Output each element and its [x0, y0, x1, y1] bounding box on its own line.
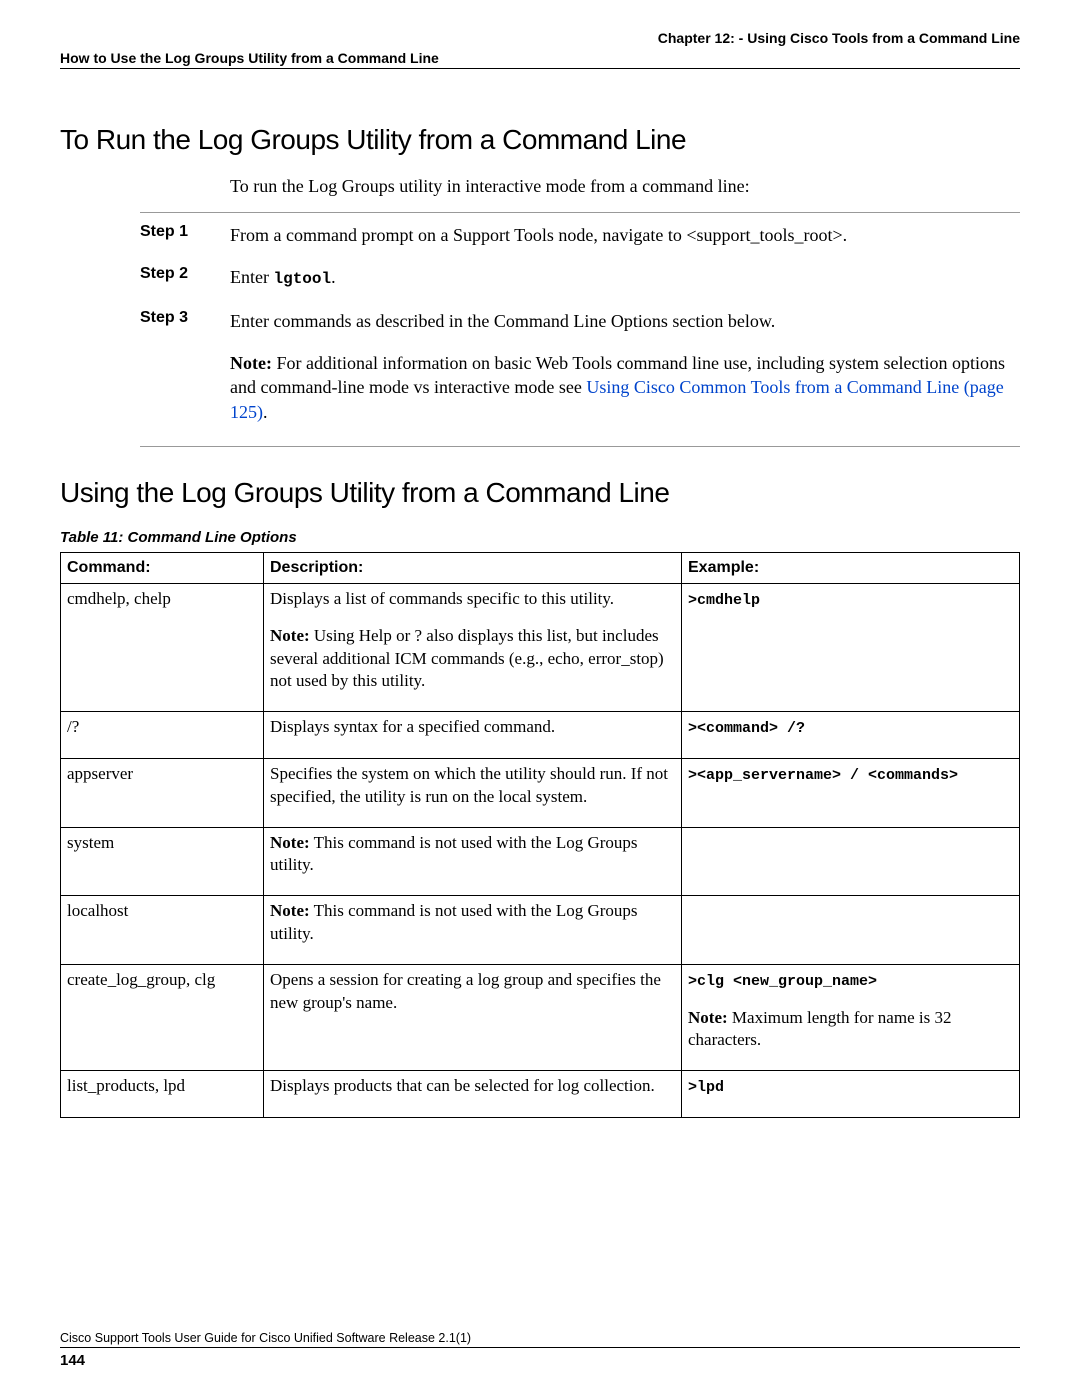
cell-example: [682, 896, 1020, 965]
header-chapter: Chapter 12: - Using Cisco Tools from a C…: [60, 30, 1020, 46]
cell-command: system: [61, 827, 264, 896]
page: Chapter 12: - Using Cisco Tools from a C…: [0, 0, 1080, 1397]
example-mono: ><command> /?: [688, 720, 805, 737]
footer: Cisco Support Tools User Guide for Cisco…: [60, 1331, 1020, 1369]
desc-note-label: Note:: [270, 626, 310, 645]
step-body-prefix: Enter: [230, 267, 273, 287]
example-mono: >lpd: [688, 1079, 724, 1096]
table-row: cmdhelp, chelp Displays a list of comman…: [61, 583, 1020, 712]
desc-note-label: Note:: [270, 833, 310, 852]
table-row: appserver Specifies the system on which …: [61, 758, 1020, 827]
step-label: Step 2: [140, 265, 230, 283]
command-table: Command: Description: Example: cmdhelp, …: [60, 552, 1020, 1118]
example-note-body: Maximum length for name is 32 characters…: [688, 1008, 951, 1050]
table-header-row: Command: Description: Example:: [61, 553, 1020, 584]
note-label: Note:: [230, 353, 272, 373]
cell-description: Opens a session for creating a log group…: [264, 965, 682, 1071]
cell-description: Displays syntax for a specified command.: [264, 712, 682, 758]
table-row: /? Displays syntax for a specified comma…: [61, 712, 1020, 758]
table-caption: Table 11: Command Line Options: [60, 529, 1020, 546]
cell-description: Displays a list of commands specific to …: [264, 583, 682, 712]
example-note: Note: Maximum length for name is 32 char…: [688, 1007, 1013, 1053]
cell-example: >lpd: [682, 1071, 1020, 1117]
note-body-b: .: [263, 402, 268, 422]
desc-note-body: This command is not used with the Log Gr…: [270, 901, 638, 943]
step-row: Step 3 Enter commands as described in th…: [140, 309, 1020, 333]
desc-note: Note: Using Help or ? also displays this…: [270, 625, 675, 694]
th-example: Example:: [682, 553, 1020, 584]
cell-command: create_log_group, clg: [61, 965, 264, 1071]
example-note-label: Note:: [688, 1008, 728, 1027]
example-mono: >cmdhelp: [688, 592, 760, 609]
step-body: Enter lgtool.: [230, 265, 1020, 291]
step-body: From a command prompt on a Support Tools…: [230, 223, 1020, 247]
example-mono: ><app_servername> / <commands>: [688, 767, 958, 784]
table-row: system Note: This command is not used wi…: [61, 827, 1020, 896]
step-label: Step 1: [140, 223, 230, 241]
cell-command: cmdhelp, chelp: [61, 583, 264, 712]
example-mono: >clg <new_group_name>: [688, 973, 877, 990]
cell-example: [682, 827, 1020, 896]
cell-example: >clg <new_group_name> Note: Maximum leng…: [682, 965, 1020, 1071]
step-label: Step 3: [140, 309, 230, 327]
cell-description: Note: This command is not used with the …: [264, 896, 682, 965]
steps-block: Step 1 From a command prompt on a Suppor…: [140, 212, 1020, 447]
desc-note-label: Note:: [270, 901, 310, 920]
table-row: create_log_group, clg Opens a session fo…: [61, 965, 1020, 1071]
table-row: localhost Note: This command is not used…: [61, 896, 1020, 965]
desc-main: Displays a list of commands specific to …: [270, 589, 614, 608]
th-command: Command:: [61, 553, 264, 584]
header-section: How to Use the Log Groups Utility from a…: [60, 50, 1020, 69]
footer-page-number: 144: [60, 1352, 1020, 1369]
section-title-2: Using the Log Groups Utility from a Comm…: [60, 477, 1020, 509]
rule-top: [140, 212, 1020, 213]
step-row: Step 1 From a command prompt on a Suppor…: [140, 223, 1020, 247]
cell-command: localhost: [61, 896, 264, 965]
section-title-1: To Run the Log Groups Utility from a Com…: [60, 124, 1020, 156]
rule-bottom: [140, 446, 1020, 447]
step-body-suffix: .: [331, 267, 336, 287]
th-description: Description:: [264, 553, 682, 584]
note-block: Note: For additional information on basi…: [230, 351, 1020, 424]
cell-example: >cmdhelp: [682, 583, 1020, 712]
step-body-mono: lgtool: [273, 270, 331, 288]
step-body: Enter commands as described in the Comma…: [230, 309, 1020, 333]
cell-command: /?: [61, 712, 264, 758]
desc-note-body: Using Help or ? also displays this list,…: [270, 626, 664, 691]
cell-example: ><app_servername> / <commands>: [682, 758, 1020, 827]
desc-note-body: This command is not used with the Log Gr…: [270, 833, 638, 875]
intro-text: To run the Log Groups utility in interac…: [230, 176, 1020, 197]
cell-description: Note: This command is not used with the …: [264, 827, 682, 896]
table-row: list_products, lpd Displays products tha…: [61, 1071, 1020, 1117]
cell-description: Specifies the system on which the utilit…: [264, 758, 682, 827]
step-row: Step 2 Enter lgtool.: [140, 265, 1020, 291]
cell-command: appserver: [61, 758, 264, 827]
footer-doc-title: Cisco Support Tools User Guide for Cisco…: [60, 1331, 1020, 1348]
cell-description: Displays products that can be selected f…: [264, 1071, 682, 1117]
cell-example: ><command> /?: [682, 712, 1020, 758]
cell-command: list_products, lpd: [61, 1071, 264, 1117]
